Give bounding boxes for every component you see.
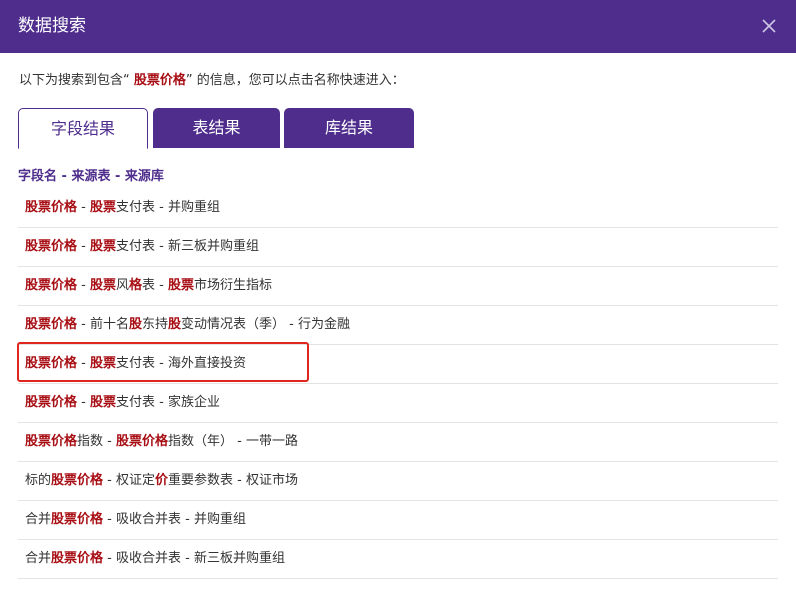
keyword-match: 股票价格	[25, 395, 78, 410]
dialog-title: 数据搜索	[18, 16, 86, 36]
row-text-segment: - 吸收合并表 - 并购重组	[103, 512, 246, 527]
keyword-match: 股票价格	[115, 434, 168, 449]
keyword-match: 股票	[89, 395, 116, 410]
row-text-segment: - 权证定	[103, 473, 155, 488]
keyword-match: 股票	[89, 278, 116, 293]
result-row[interactable]: 股票价格 - 股票支付表 - 新三板并购重组	[18, 228, 778, 267]
tab-field-results[interactable]: 字段结果	[18, 108, 148, 149]
row-text-segment: 重要参数表 - 权证市场	[168, 473, 298, 488]
highlight-box	[17, 342, 309, 382]
row-text-segment: -	[77, 395, 90, 410]
tab-table-results[interactable]: 表结果	[153, 108, 280, 148]
close-icon[interactable]	[760, 17, 778, 35]
row-text-segment: 合并	[25, 512, 52, 527]
keyword-match: 股票价格	[51, 512, 104, 527]
result-row[interactable]: 标的股票价格 - 权证定价重要参数表 - 权证市场	[18, 462, 778, 501]
row-text-segment: 指数（年） - 一带一路	[168, 434, 298, 449]
row-text-segment: -	[77, 239, 90, 254]
result-row-label[interactable]: 股票价格 - 前十名股东持股变动情况表（季） - 行为金融	[25, 316, 350, 334]
row-text-segment: 支付表 - 新三板并购重组	[116, 239, 259, 254]
result-row-label[interactable]: 股票价格 - 股票支付表 - 家族企业	[25, 394, 220, 412]
result-row-label[interactable]: 股票价格 - 股票支付表 - 并购重组	[25, 199, 220, 217]
result-row-label[interactable]: 标的股票价格 - 权证定价重要参数表 - 权证市场	[25, 472, 298, 490]
result-row-label[interactable]: 股票价格指数 - 股票价格指数（年） - 一带一路	[25, 433, 298, 451]
row-text-segment: - 前十名	[77, 317, 129, 332]
keyword-match: 股票	[89, 200, 116, 215]
row-text-segment: - 吸收合并表 - 新三板并购重组	[103, 551, 285, 566]
row-text-segment: -	[77, 278, 90, 293]
row-text-segment: 指数 -	[77, 434, 116, 449]
row-text-segment: -	[77, 200, 90, 215]
keyword-match: 股票价格	[51, 473, 104, 488]
tab-database-results[interactable]: 库结果	[284, 108, 414, 148]
keyword-match: 股票	[168, 278, 195, 293]
result-row-label[interactable]: 合并股票价格 - 吸收合并表 - 并购重组	[25, 511, 246, 529]
result-row[interactable]: 股票价格指数 - 股票价格指数（年） - 一带一路	[18, 423, 778, 462]
keyword-match: 股票价格	[25, 434, 78, 449]
row-text-segment: 支付表 - 并购重组	[116, 200, 220, 215]
result-row[interactable]: 股票价格 - 股票支付表 - 并购重组	[18, 189, 778, 228]
intro-suffix: ” 的信息，您可以点击名称快速进入：	[185, 73, 405, 88]
column-header: 字段名 - 来源表 - 来源库	[18, 169, 164, 184]
keyword-match: 股票价格	[25, 278, 78, 293]
row-text-segment: 表 -	[142, 278, 168, 293]
row-text-segment: 市场衍生指标	[194, 278, 273, 293]
keyword-match: 股票	[89, 239, 116, 254]
result-row-label[interactable]: 合并股票价格 - 吸收合并表 - 新三板并购重组	[25, 550, 285, 568]
result-row-label[interactable]: 股票价格 - 股票支付表 - 新三板并购重组	[25, 238, 259, 256]
result-row[interactable]: 股票价格 - 前十名股东持股变动情况表（季） - 行为金融	[18, 306, 778, 345]
result-row[interactable]: 股票价格 - 股票支付表 - 家族企业	[18, 384, 778, 423]
keyword-match: 股票价格	[25, 200, 78, 215]
keyword-match: 股票价格	[51, 551, 104, 566]
data-search-dialog: 数据搜索 以下为搜索到包含“ 股票价格” 的信息，您可以点击名称快速进入： 字段…	[0, 0, 796, 599]
row-text-segment: 风	[116, 278, 130, 293]
row-text-segment: 变动情况表（季） - 行为金融	[181, 317, 350, 332]
row-text-segment: 合并	[25, 551, 52, 566]
row-text-segment: 支付表 - 家族企业	[116, 395, 220, 410]
keyword-match: 价	[155, 473, 169, 488]
result-list: 股票价格 - 股票支付表 - 并购重组 股票价格 - 股票支付表 - 新三板并购重…	[17, 189, 778, 579]
result-row[interactable]: 合并股票价格 - 吸收合并表 - 新三板并购重组	[18, 540, 778, 579]
row-text-segment: 东持	[142, 317, 169, 332]
keyword-match: 股	[128, 317, 142, 332]
keyword-match: 股票价格	[25, 239, 78, 254]
result-tabs: 字段结果 表结果 库结果	[18, 108, 778, 149]
search-intro-text: 以下为搜索到包含“ 股票价格” 的信息，您可以点击名称快速进入：	[19, 72, 405, 90]
dialog-titlebar: 数据搜索	[0, 0, 796, 53]
row-text-segment: 标的	[25, 473, 52, 488]
result-row[interactable]: 合并股票价格 - 吸收合并表 - 并购重组	[18, 501, 778, 540]
result-row[interactable]: 股票价格 - 股票风格表 - 股票市场衍生指标	[18, 267, 778, 306]
keyword-match: 股	[168, 317, 182, 332]
result-row[interactable]: 股票价格 - 股票支付表 - 海外直接投资	[17, 342, 778, 384]
keyword-match: 股票价格	[25, 317, 78, 332]
intro-keyword: 股票价格	[133, 73, 186, 88]
intro-prefix: 以下为搜索到包含“	[19, 73, 134, 88]
keyword-match: 格	[129, 278, 143, 293]
result-row-label[interactable]: 股票价格 - 股票风格表 - 股票市场衍生指标	[25, 277, 272, 295]
